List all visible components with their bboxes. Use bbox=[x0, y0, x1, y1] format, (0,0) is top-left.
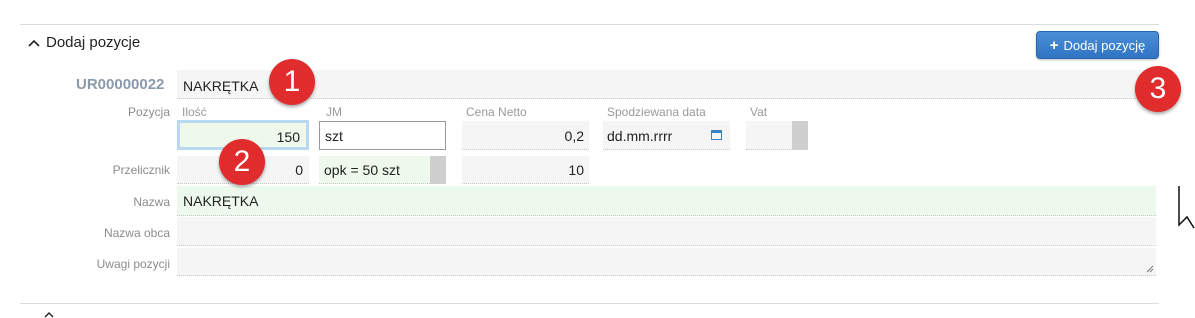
mouse-cursor-icon bbox=[1178, 186, 1195, 229]
product-name-field[interactable]: NAKRĘTKA bbox=[177, 70, 1156, 99]
vat-select-handle[interactable] bbox=[792, 121, 808, 150]
add-position-label: Dodaj pozycję bbox=[1063, 37, 1146, 53]
chevron-up-icon bbox=[28, 39, 40, 47]
calendar-icon[interactable] bbox=[711, 129, 722, 140]
product-code: UR00000022 bbox=[76, 76, 165, 93]
position-label: Pozycja bbox=[127, 105, 170, 119]
resize-handle-icon[interactable] bbox=[1146, 265, 1154, 273]
section-toggle[interactable]: Dodaj pozycje bbox=[28, 34, 140, 51]
section-title: Dodaj pozycje bbox=[46, 34, 141, 51]
name-label: Nazwa bbox=[133, 195, 170, 209]
callout-badge-3: 3 bbox=[1135, 66, 1181, 112]
plus-icon: + bbox=[1049, 36, 1059, 54]
chevron-up-icon bbox=[44, 312, 54, 318]
expected-date-input[interactable]: dd.mm.rrrr bbox=[603, 121, 730, 150]
top-divider bbox=[20, 24, 1159, 25]
converter-price-field[interactable]: 10 bbox=[462, 156, 589, 184]
bottom-divider bbox=[20, 303, 1159, 304]
vat-column-label: Vat bbox=[750, 105, 768, 119]
add-position-button[interactable]: + Dodaj pozycję bbox=[1036, 31, 1159, 59]
unit-column-label: JM bbox=[326, 105, 342, 119]
converter-label: Przelicznik bbox=[112, 163, 170, 177]
unit-input[interactable]: szt bbox=[319, 121, 446, 150]
package-select-handle[interactable] bbox=[430, 156, 446, 184]
foreign-name-label: Nazwa obca bbox=[103, 226, 170, 240]
date-placeholder: dd.mm.rrrr bbox=[607, 128, 673, 144]
package-value: opk = 50 szt bbox=[324, 162, 400, 178]
callout-badge-1: 1 bbox=[269, 59, 315, 105]
net-price-field[interactable]: 0,2 bbox=[462, 121, 589, 150]
vat-select[interactable] bbox=[746, 121, 808, 150]
notes-label: Uwagi pozycji bbox=[96, 257, 170, 271]
callout-badge-2: 2 bbox=[219, 139, 265, 185]
quantity-column-label: Ilość bbox=[182, 105, 207, 119]
net-price-column-label: Cena Netto bbox=[466, 105, 527, 119]
name-field[interactable]: NAKRĘTKA bbox=[177, 186, 1156, 216]
expected-date-column-label: Spodziewana data bbox=[607, 105, 706, 119]
package-select[interactable]: opk = 50 szt bbox=[319, 156, 446, 184]
notes-textarea[interactable] bbox=[177, 248, 1156, 276]
foreign-name-field[interactable] bbox=[177, 217, 1156, 246]
